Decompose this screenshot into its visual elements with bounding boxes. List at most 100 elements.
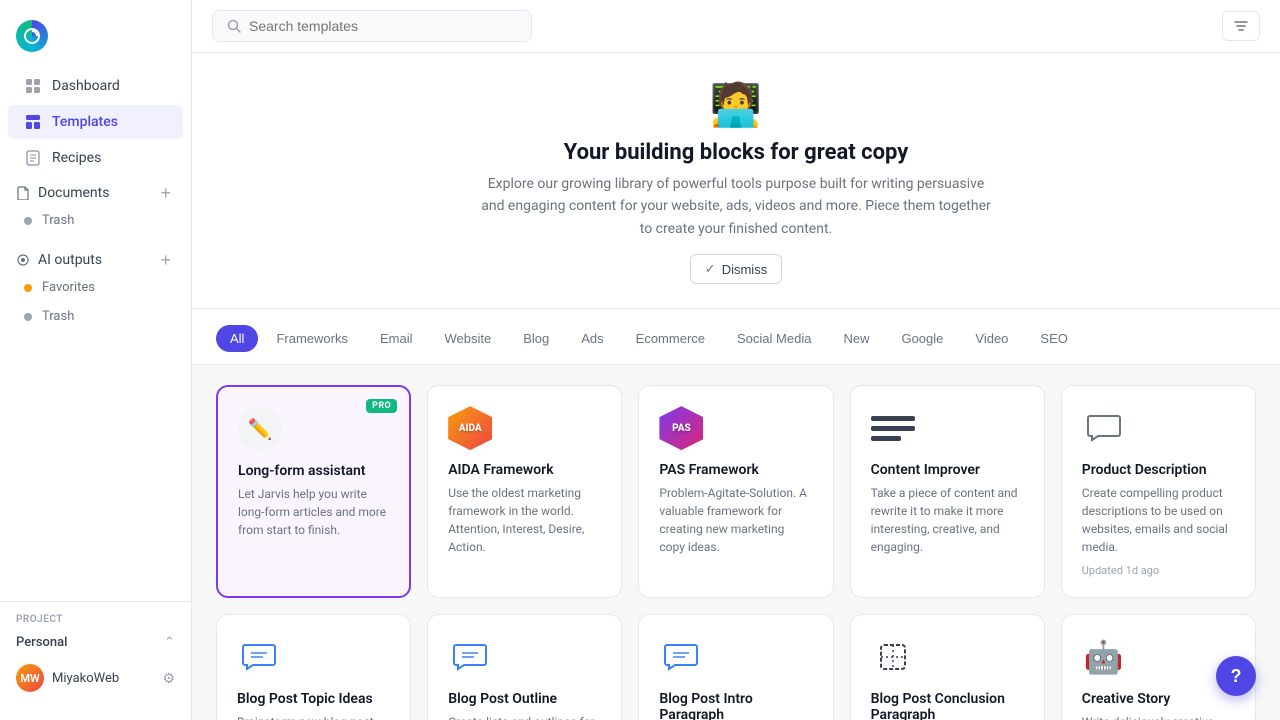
tab-new[interactable]: New — [829, 325, 883, 352]
tab-google[interactable]: Google — [887, 325, 957, 352]
sidebar-footer: PROJECT Personal ⌃ MW MiyakoWeb ⚙ — [0, 601, 191, 708]
card-title-pas: PAS Framework — [659, 462, 812, 478]
documents-label: Documents — [38, 185, 109, 201]
template-card-content-improver[interactable]: Content Improver Take a piece of content… — [850, 385, 1045, 598]
template-card-blog-topic-ideas[interactable]: Blog Post Topic Ideas Brainstorm new blo… — [216, 614, 411, 720]
project-selector[interactable]: Personal ⌃ — [8, 629, 183, 656]
card-icon-aida: AIDA — [448, 406, 492, 450]
template-card-aida[interactable]: AIDA AIDA Framework Use the oldest marke… — [427, 385, 622, 598]
dismiss-label: Dismiss — [722, 262, 768, 277]
sidebar-item-favorites[interactable]: Favorites — [8, 274, 183, 301]
project-name: Personal — [16, 635, 67, 650]
avatar: MW — [16, 664, 44, 692]
sidebar-item-recipes[interactable]: Recipes — [8, 141, 183, 175]
trash2-label: Trash — [42, 309, 74, 324]
filter-button[interactable] — [1222, 11, 1260, 41]
tab-social-media[interactable]: Social Media — [723, 325, 825, 352]
trash1-label: Trash — [42, 213, 74, 228]
settings-button[interactable]: ⚙ — [162, 670, 175, 687]
tab-blog[interactable]: Blog — [509, 325, 563, 352]
sidebar-item-recipes-label: Recipes — [52, 150, 101, 166]
user-name-label: MiyakoWeb — [52, 671, 154, 686]
grid-icon — [24, 77, 42, 95]
sidebar-item-dashboard-label: Dashboard — [52, 78, 120, 94]
tab-frameworks[interactable]: Frameworks — [262, 325, 362, 352]
card-icon-blog-conclusion — [871, 635, 915, 679]
card-icon-blog-intro — [659, 635, 703, 679]
hero-section: 🧑‍💻 Your building blocks for great copy … — [192, 53, 1280, 309]
documents-section-header: Documents + — [0, 176, 191, 206]
checkmark-icon: ✓ — [705, 261, 716, 277]
trash2-dot-icon — [24, 313, 32, 321]
template-card-product-desc[interactable]: Product Description Create compelling pr… — [1061, 385, 1256, 598]
card-desc-creative-story: Write deliciously creative stories to en… — [1082, 713, 1235, 720]
document-icon — [16, 186, 30, 200]
sidebar-item-trash1[interactable]: Trash — [8, 207, 183, 234]
tab-seo[interactable]: SEO — [1026, 325, 1081, 352]
card-desc-pas: Problem-Agitate-Solution. A valuable fra… — [659, 484, 812, 556]
card-icon-long-form: ✏️ — [238, 407, 282, 451]
sidebar: Dashboard Templates Recipes — [0, 0, 192, 720]
project-section-label: PROJECT — [8, 614, 183, 625]
hero-title: Your building blocks for great copy — [232, 140, 1240, 165]
hero-description: Explore our growing library of powerful … — [476, 173, 996, 240]
tab-all[interactable]: All — [216, 325, 258, 352]
search-input[interactable] — [249, 18, 517, 34]
logo[interactable] — [0, 12, 191, 68]
card-title-blog-conclusion: Blog Post Conclusion Paragraph — [871, 691, 1024, 720]
tab-website[interactable]: Website — [430, 325, 505, 352]
search-box[interactable] — [212, 10, 532, 42]
card-icon-pas: PAS — [659, 406, 703, 450]
card-title-product-desc: Product Description — [1082, 462, 1235, 478]
filter-tabs: AllFrameworksEmailWebsiteBlogAdsEcommerc… — [192, 309, 1280, 365]
template-card-blog-outline[interactable]: Blog Post Outline Create lists and outli… — [427, 614, 622, 720]
card-icon-content-improver — [871, 406, 915, 450]
card-title-content-improver: Content Improver — [871, 462, 1024, 478]
card-title-blog-outline: Blog Post Outline — [448, 691, 601, 707]
add-ai-output-button[interactable]: + — [156, 251, 175, 269]
sidebar-item-trash2[interactable]: Trash — [8, 303, 183, 330]
pro-badge: PRO — [366, 399, 397, 413]
logo-icon — [16, 20, 48, 52]
main-content: 🧑‍💻 Your building blocks for great copy … — [192, 0, 1280, 720]
sidebar-item-templates-label: Templates — [52, 114, 118, 130]
add-document-button[interactable]: + — [156, 184, 175, 202]
card-desc-product-desc: Create compelling product descriptions t… — [1082, 484, 1235, 556]
card-icon-blog-topic-ideas — [237, 635, 281, 679]
card-title-blog-intro: Blog Post Intro Paragraph — [659, 691, 812, 720]
sidebar-item-templates[interactable]: Templates — [8, 105, 183, 139]
tab-video[interactable]: Video — [961, 325, 1022, 352]
trash-dot-icon — [24, 217, 32, 225]
card-icon-product-desc — [1082, 406, 1126, 450]
user-initials: MW — [20, 672, 39, 685]
template-card-long-form[interactable]: PRO ✏️ Long-form assistant Let Jarvis he… — [216, 385, 411, 598]
card-icon-creative-story: 🤖 — [1082, 635, 1126, 679]
card-title-long-form: Long-form assistant — [238, 463, 389, 479]
topbar-right — [1222, 11, 1260, 41]
template-card-blog-intro[interactable]: Blog Post Intro Paragraph Blast through … — [638, 614, 833, 720]
card-title-creative-story: Creative Story — [1082, 691, 1235, 707]
tab-ads[interactable]: Ads — [567, 325, 617, 352]
dismiss-button[interactable]: ✓ Dismiss — [690, 254, 782, 284]
topbar — [192, 0, 1280, 53]
tab-email[interactable]: Email — [366, 325, 427, 352]
template-card-pas[interactable]: PAS PAS Framework Problem-Agitate-Soluti… — [638, 385, 833, 598]
template-card-blog-conclusion[interactable]: Blog Post Conclusion Paragraph Wrap up y… — [850, 614, 1045, 720]
template-icon — [24, 113, 42, 131]
book-icon — [24, 149, 42, 167]
hero-emoji: 🧑‍💻 — [232, 81, 1240, 130]
ai-outputs-label: AI outputs — [38, 252, 102, 268]
card-desc-blog-outline: Create lists and outlines for articles. … — [448, 713, 601, 720]
help-button[interactable]: ? — [1216, 656, 1256, 696]
card-title-blog-topic-ideas: Blog Post Topic Ideas — [237, 691, 390, 707]
search-icon — [227, 19, 241, 33]
card-title-aida: AIDA Framework — [448, 462, 601, 478]
sidebar-item-dashboard[interactable]: Dashboard — [8, 69, 183, 103]
tab-ecommerce[interactable]: Ecommerce — [622, 325, 719, 352]
template-grid: PRO ✏️ Long-form assistant Let Jarvis he… — [192, 365, 1280, 720]
favorites-label: Favorites — [42, 280, 95, 295]
card-desc-aida: Use the oldest marketing framework in th… — [448, 484, 601, 556]
content-area: 🧑‍💻 Your building blocks for great copy … — [192, 53, 1280, 720]
card-icon-blog-outline — [448, 635, 492, 679]
user-row[interactable]: MW MiyakoWeb ⚙ — [8, 656, 183, 700]
